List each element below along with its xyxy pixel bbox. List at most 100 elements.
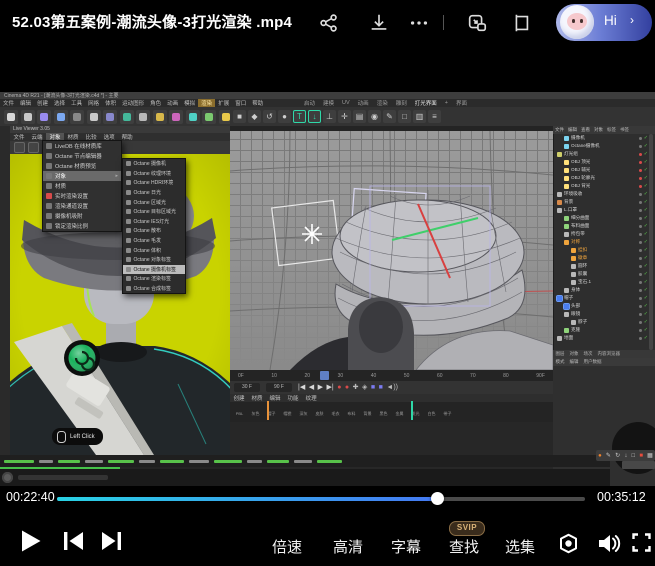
layout-tab[interactable]: 动画	[354, 99, 373, 107]
material-menu[interactable]: 编辑	[266, 394, 284, 402]
toolbar-tool-icon[interactable]	[37, 110, 51, 124]
toolbar-tool-icon[interactable]	[202, 110, 216, 124]
menu-item[interactable]: Octane 材质预览	[43, 161, 121, 171]
viewport-tool-icon[interactable]: ■	[233, 110, 246, 123]
submenu-item[interactable]: Octane 渲染标签	[123, 274, 185, 284]
viewport-tool-icon[interactable]: ≡	[428, 110, 441, 123]
object-tree-row[interactable]: 圆环✓	[553, 262, 650, 270]
toolbar-tool-icon[interactable]	[120, 110, 134, 124]
seek-handle[interactable]	[431, 492, 444, 505]
toolbar-tool-icon[interactable]	[103, 110, 117, 124]
playlist-button[interactable]: 选集	[505, 536, 535, 557]
object-tree-row[interactable]: 细分曲面✓	[553, 214, 650, 222]
layout-tab[interactable]: 雕刻	[392, 99, 411, 107]
viewport-tool-icon[interactable]: ▤	[353, 110, 366, 123]
submenu-item[interactable]: Octane 对象标签	[123, 255, 185, 265]
viewport-tool-icon[interactable]: ◆	[248, 110, 261, 123]
object-tree-row[interactable]: L.口罩✓	[553, 206, 650, 214]
om-menu[interactable]: 书签	[618, 127, 631, 133]
object-tree-row[interactable]: 挎包带✓	[553, 230, 650, 238]
transport-icon[interactable]: |◀	[298, 384, 305, 391]
menu-item[interactable]: Octane 节点编辑器	[43, 151, 121, 161]
transport-icon[interactable]: ▶|	[326, 384, 333, 391]
material-swatch[interactable]: 白色	[424, 402, 439, 422]
c4d-menu-3[interactable]: 选择	[51, 99, 68, 107]
transport-icon[interactable]: ■	[379, 384, 383, 391]
transport-icon[interactable]: ◈	[362, 384, 367, 391]
object-tree-row[interactable]: OBJ 轮廓光✓	[553, 174, 650, 182]
om-menu[interactable]: 编辑	[566, 127, 579, 133]
object-tree-row[interactable]: 布料曲面✓	[553, 222, 650, 230]
mini-window-icon[interactable]	[510, 12, 532, 34]
download-icon[interactable]	[368, 12, 390, 34]
share-icon[interactable]	[318, 12, 340, 34]
object-tree-row[interactable]: OBJ 背光✓	[553, 182, 650, 190]
c4d-menu-14[interactable]: 帮助	[249, 99, 266, 107]
material-swatch[interactable]: 带子	[440, 402, 455, 422]
pip-icon[interactable]	[466, 12, 488, 34]
object-tree-row[interactable]: 挂扣✓	[553, 246, 650, 254]
object-tree-row[interactable]: 徽章✓	[553, 254, 650, 262]
object-tree-row[interactable]: OBJ 顶光✓	[553, 158, 650, 166]
submenu-item[interactable]: Octane 目标区域光	[123, 207, 185, 217]
submenu-item[interactable]: Octane 纹理环境	[123, 169, 185, 179]
frame-field[interactable]: 30 F	[234, 383, 260, 392]
object-tree-scrollbar[interactable]	[649, 134, 653, 350]
object-tree-row[interactable]: 身体✓	[553, 286, 650, 294]
float-tool-icon[interactable]: ↻	[615, 453, 620, 459]
layout-tab[interactable]: +	[441, 100, 452, 106]
object-tree-row[interactable]: 灯光组✓	[553, 150, 650, 158]
toolbar-tool-icon[interactable]	[70, 110, 84, 124]
float-tool-icon[interactable]: ■	[639, 453, 643, 459]
float-tool-icon[interactable]: ↓	[624, 453, 627, 459]
om-menu[interactable]: 文件	[553, 127, 566, 133]
transport-icon[interactable]: ●	[345, 384, 349, 391]
c4d-menu-10[interactable]: 模拟	[181, 99, 198, 107]
object-tree-row[interactable]: Octane摄像机✓	[553, 142, 650, 150]
material-swatch[interactable]: 帽子	[264, 402, 279, 422]
material-swatch[interactable]: 布料	[344, 402, 359, 422]
c4d-menu-8[interactable]: 角色	[147, 99, 164, 107]
am-menu[interactable]: 用户数据	[581, 359, 604, 365]
float-tool-icon[interactable]: ●	[598, 453, 602, 459]
transport-icon[interactable]: ●	[337, 384, 341, 391]
material-swatch[interactable]: 灰色	[248, 402, 263, 422]
material-menu[interactable]: 创建	[230, 394, 248, 402]
object-tree-row[interactable]: 胶囊✓	[553, 270, 650, 278]
toolbar-tool-icon[interactable]	[4, 110, 18, 124]
material-swatch[interactable]: 黑色	[376, 402, 391, 422]
material-swatch[interactable]: 皮肤	[312, 402, 327, 422]
material-swatch[interactable]: 背景	[360, 402, 375, 422]
toolbar-tool-icon[interactable]	[169, 110, 183, 124]
layout-tab[interactable]: 渲染	[373, 99, 392, 107]
menu-item[interactable]: 材质	[43, 181, 121, 191]
om-menu[interactable]: 对象	[592, 127, 605, 133]
material-menu[interactable]: 材质	[248, 394, 266, 402]
toolbar-tool-icon[interactable]	[153, 110, 167, 124]
viewport-tool-icon[interactable]: T	[293, 110, 306, 123]
object-tree-row[interactable]: 摄像机✓	[553, 134, 650, 142]
float-tool-icon[interactable]: ✎	[606, 453, 611, 459]
lv-tool-icon[interactable]	[14, 142, 25, 153]
material-swatch[interactable]: 毛衣	[328, 402, 343, 422]
viewport-tool-icon[interactable]: ↓	[308, 110, 321, 123]
menu-item[interactable]: 摄像机吸附	[43, 211, 121, 221]
submenu-item[interactable]: Octane 区域光	[123, 197, 185, 207]
material-menu[interactable]: 纹理	[302, 394, 320, 402]
om-footer-tab[interactable]: 内容浏览器	[595, 351, 623, 357]
timeline-ruler[interactable]: 0F102030405060708090F	[230, 370, 553, 381]
float-tool-icon[interactable]: ▦	[647, 453, 653, 459]
viewport-tool-icon[interactable]: ✎	[383, 110, 396, 123]
menu-item[interactable]: 锁定渲染比例	[43, 221, 121, 231]
menu-item[interactable]: 实时渲染设置	[43, 191, 121, 201]
material-swatch[interactable]: 金属	[392, 402, 407, 422]
volume-icon[interactable]	[598, 533, 621, 554]
subtitles-button[interactable]: 字幕	[391, 536, 421, 557]
find-button[interactable]: 查找	[449, 536, 479, 557]
material-swatch[interactable]: 发光	[408, 402, 423, 422]
material-swatch[interactable]: PBL	[232, 402, 247, 422]
layout-tab[interactable]: UV	[338, 100, 354, 106]
submenu-item[interactable]: Octane HDRI环境	[123, 178, 185, 188]
submenu-item[interactable]: Octane 体积	[123, 245, 185, 255]
frame-field[interactable]: 90 F	[266, 383, 292, 392]
